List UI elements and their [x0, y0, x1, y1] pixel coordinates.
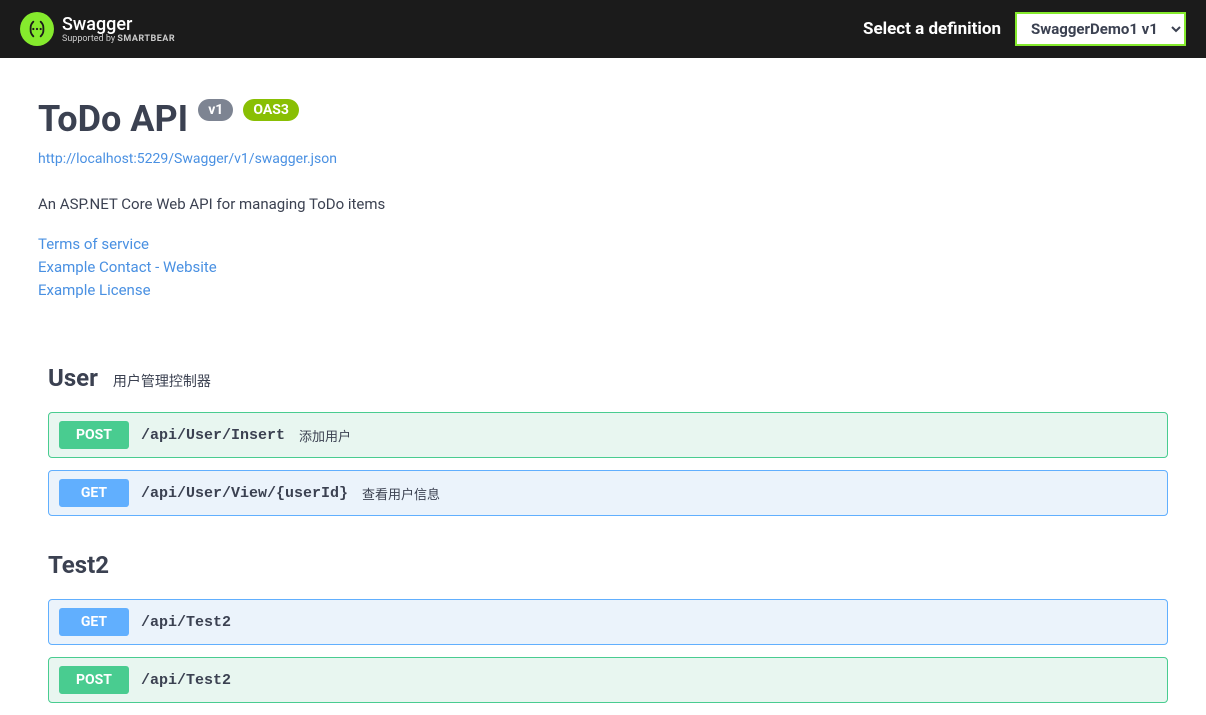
operation-row[interactable]: GET /api/User/View/{userId} 查看用户信息 — [48, 470, 1168, 516]
version-badge: v1 — [198, 99, 233, 121]
topbar-left: Swagger Supported by SMARTBEAR — [20, 12, 863, 46]
method-badge-post: POST — [59, 421, 129, 449]
topbar-right: Select a definition SwaggerDemo1 v1 — [863, 12, 1186, 46]
contact-link[interactable]: Example Contact - Website — [38, 258, 1168, 276]
swagger-icon — [20, 12, 54, 46]
brand-text-block: Swagger Supported by SMARTBEAR — [62, 14, 175, 44]
operation-summary: 添加用户 — [299, 426, 351, 445]
operation-path: /api/Test2 — [141, 672, 231, 689]
tag-header-test2[interactable]: Test2 — [48, 551, 1168, 579]
api-title: ToDo API — [38, 98, 188, 140]
license-link[interactable]: Example License — [38, 281, 1168, 299]
operation-path: /api/User/View/{userId} — [141, 485, 348, 502]
operation-path: /api/User/Insert — [141, 427, 285, 444]
method-badge-post: POST — [59, 666, 129, 694]
operation-row[interactable]: POST /api/Test2 — [48, 657, 1168, 703]
links-block: Terms of service Example Contact - Websi… — [38, 235, 1168, 299]
tag-section-test2: Test2 GET /api/Test2 POST /api/Test2 — [38, 551, 1168, 703]
operation-summary: 查看用户信息 — [362, 484, 440, 503]
operation-row[interactable]: POST /api/User/Insert 添加用户 — [48, 412, 1168, 458]
tag-section-user: User 用户管理控制器 POST /api/User/Insert 添加用户 … — [38, 364, 1168, 516]
supported-by-name: SMARTBEAR — [117, 34, 175, 44]
brand-text: Swagger — [62, 14, 132, 35]
method-badge-get: GET — [59, 608, 129, 636]
supported-by-prefix: Supported by — [62, 34, 117, 44]
tag-name: Test2 — [48, 551, 109, 579]
api-description: An ASP.NET Core Web API for managing ToD… — [38, 195, 1168, 213]
topbar: Swagger Supported by SMARTBEAR Select a … — [0, 0, 1206, 58]
select-definition-label: Select a definition — [863, 19, 1001, 39]
oas-badge: OAS3 — [243, 99, 299, 121]
operation-path: /api/Test2 — [141, 614, 231, 631]
operation-row[interactable]: GET /api/Test2 — [48, 599, 1168, 645]
swagger-logo[interactable]: Swagger Supported by SMARTBEAR — [20, 12, 175, 46]
method-badge-get: GET — [59, 479, 129, 507]
terms-link[interactable]: Terms of service — [38, 235, 1168, 253]
supported-by: Supported by SMARTBEAR — [62, 34, 175, 44]
api-url-link[interactable]: http://localhost:5229/Swagger/v1/swagger… — [38, 151, 337, 167]
api-title-row: ToDo API v1 OAS3 — [38, 98, 1168, 140]
tag-name: User — [48, 364, 98, 392]
content: ToDo API v1 OAS3 http://localhost:5229/S… — [0, 58, 1206, 703]
tag-header-user[interactable]: User 用户管理控制器 — [48, 364, 1168, 392]
tag-description: 用户管理控制器 — [113, 371, 211, 391]
definition-select[interactable]: SwaggerDemo1 v1 — [1015, 12, 1186, 46]
